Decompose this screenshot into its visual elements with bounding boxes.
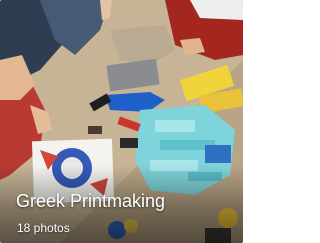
photo-count: 18 photos — [17, 221, 70, 235]
album-title[interactable]: Greek Printmaking — [16, 191, 165, 212]
album-card[interactable]: Greek Printmaking 18 photos — [0, 0, 243, 243]
